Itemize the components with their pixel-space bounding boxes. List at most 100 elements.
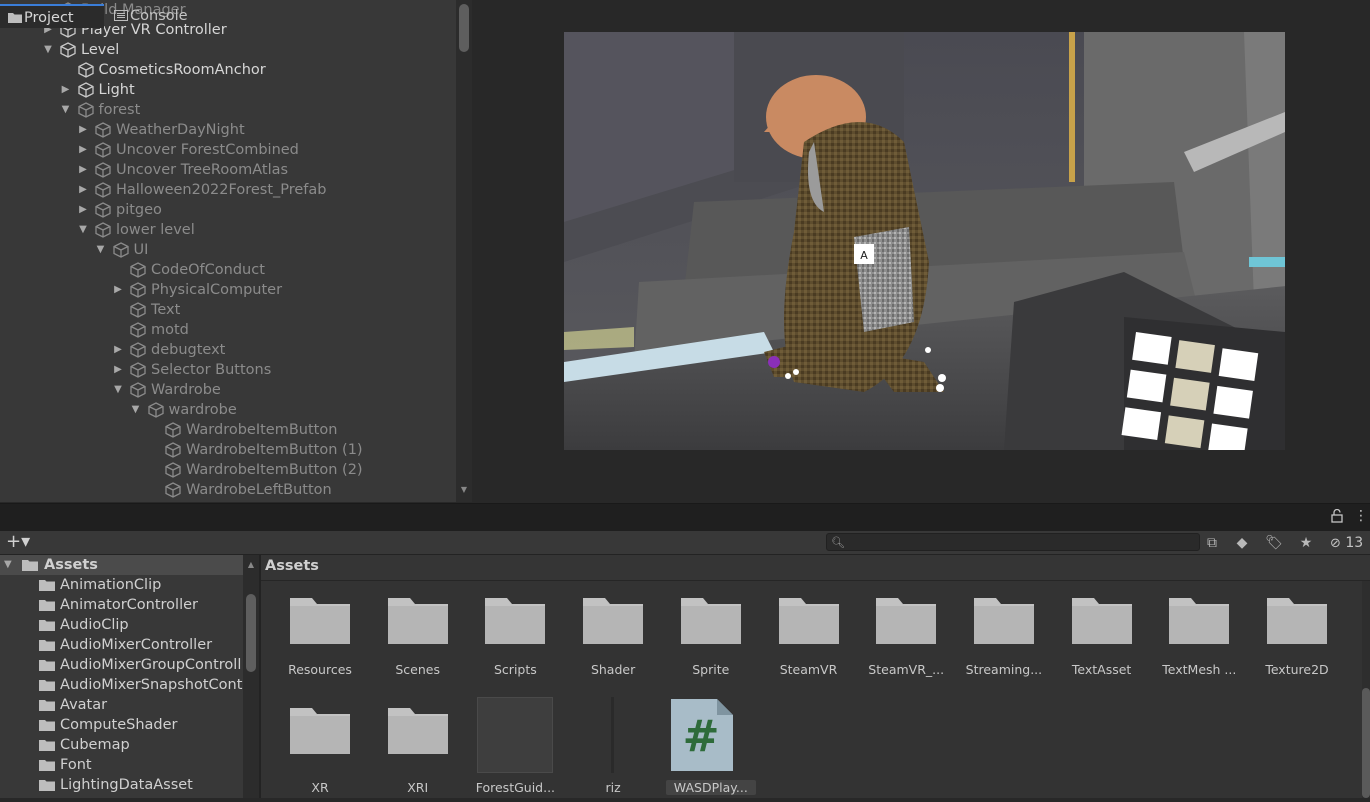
expand-arrow-down-icon[interactable]: ▼ (77, 220, 89, 240)
hierarchy-item[interactable]: ▼ forest (40, 100, 456, 120)
hierarchy-item[interactable]: ▼ UI (40, 240, 456, 260)
expand-arrow-down-icon[interactable]: ▼ (42, 40, 54, 60)
hierarchy-item[interactable]: ▶ Uncover ForestCombined (40, 140, 456, 160)
asset-tile[interactable]: Texture2D (1252, 592, 1342, 692)
more-options-icon[interactable]: ⋮ (1354, 509, 1368, 525)
tree-item[interactable]: Avatar (0, 695, 243, 715)
asset-tile[interactable]: TextMesh ... (1154, 592, 1244, 692)
breadcrumb[interactable]: Assets (265, 558, 319, 574)
tree-item[interactable]: AudioMixerSnapshotCont (0, 675, 243, 695)
asset-tile-label: WASDPlay... (665, 780, 756, 795)
expand-arrow-down-icon[interactable]: ▼ (95, 240, 107, 260)
tree-item[interactable]: LightingDataAsset (0, 775, 243, 795)
asset-tile[interactable]: SteamVR_... (861, 592, 951, 692)
asset-tile[interactable]: Sprite (666, 592, 756, 692)
hierarchy-item-label: Level (81, 42, 120, 58)
hierarchy-item[interactable]: CodeOfConduct (40, 260, 456, 280)
hierarchy-scrollbar[interactable] (456, 0, 472, 502)
hierarchy-scroll-thumb[interactable] (459, 4, 469, 52)
search-input[interactable] (847, 534, 1192, 550)
search-by-type-icon[interactable]: ⧉ (1200, 533, 1224, 553)
expand-arrow-right-icon[interactable]: ▶ (77, 140, 89, 160)
gameobject-cube-icon (130, 342, 146, 358)
tree-item-label: AudioClip (60, 617, 129, 633)
tree-item[interactable]: AudioMixerController (0, 635, 243, 655)
asset-tile[interactable]: XR (275, 702, 365, 802)
filter-by-label-icon[interactable]: 🏷︎ (1262, 533, 1286, 553)
asset-tile[interactable]: ForestGuid... (470, 697, 560, 802)
hierarchy-item[interactable]: CosmeticsRoomAnchor (40, 60, 456, 80)
expand-arrow-right-icon[interactable]: ▶ (112, 340, 124, 360)
asset-tile[interactable]: # WASDPlay... (665, 699, 756, 802)
assets-scroll-thumb[interactable] (1362, 688, 1370, 798)
hierarchy-item[interactable]: ▶ debugtext (40, 340, 456, 360)
favorites-star-icon[interactable]: ★ (1294, 533, 1318, 553)
hierarchy-item[interactable]: WardrobeItemButton (1) (40, 440, 456, 460)
hierarchy-item[interactable]: Text (40, 300, 456, 320)
expand-arrow-down-icon[interactable]: ▼ (4, 555, 12, 575)
asset-tile[interactable]: Resources (275, 592, 365, 692)
hierarchy-item[interactable]: ▼ Level (40, 40, 456, 60)
tree-item[interactable]: Font (0, 755, 243, 775)
hierarchy-item[interactable]: ▶ WeatherDayNight (40, 120, 456, 140)
hierarchy-item[interactable]: ▶ Uncover TreeRoomAtlas (40, 160, 456, 180)
hidden-packages-toggle[interactable]: ⊘ 13 (1330, 533, 1370, 553)
scroll-up-arrow-icon[interactable]: ▲ (245, 560, 257, 569)
tree-item-assets[interactable]: ▼ Assets (0, 555, 243, 575)
tree-item[interactable]: AnimatorController (0, 595, 243, 615)
lock-icon[interactable] (1330, 509, 1344, 523)
tree-item[interactable]: AnimationClip (0, 575, 243, 595)
filter-by-type-icon[interactable]: ◆ (1230, 533, 1254, 553)
hierarchy-item[interactable]: WardrobeLeftButton (40, 480, 456, 500)
gameobject-cube-icon (130, 282, 146, 298)
folder-icon (39, 620, 55, 631)
asset-tile[interactable]: Streaming... (959, 592, 1049, 692)
search-field[interactable]: 🔍︎ (826, 533, 1200, 551)
hierarchy-item[interactable]: ▼ wardrobe (40, 400, 456, 420)
hierarchy-item-label: Halloween2022Forest_Prefab (116, 182, 327, 198)
folder-tree-scrollbar[interactable] (243, 555, 259, 798)
add-asset-button[interactable]: +▾ (6, 533, 42, 553)
asset-tile[interactable]: XRI (373, 702, 463, 802)
asset-tile[interactable]: TextAsset (1057, 592, 1147, 692)
tree-item[interactable]: AudioMixerGroupControll (0, 655, 243, 675)
expand-arrow-right-icon[interactable]: ▶ (77, 200, 89, 220)
hierarchy-item[interactable]: ▶ Halloween2022Forest_Prefab (40, 180, 456, 200)
tree-item[interactable]: Cubemap (0, 735, 243, 755)
expand-arrow-down-icon[interactable]: ▼ (112, 380, 124, 400)
expand-arrow-right-icon[interactable]: ▶ (112, 360, 124, 380)
gameobject-cube-icon (130, 322, 146, 338)
expand-arrow-right-icon[interactable]: ▶ (112, 280, 124, 300)
tab-console[interactable]: Console (106, 4, 206, 28)
asset-tile[interactable]: SteamVR (764, 592, 854, 692)
hierarchy-item-label: CodeOfConduct (151, 262, 265, 278)
expand-arrow-down-icon[interactable]: ▼ (60, 100, 72, 120)
hierarchy-item[interactable]: ▼ lower level (40, 220, 456, 240)
hierarchy-item[interactable]: ▼ Wardrobe (40, 380, 456, 400)
hierarchy-item[interactable]: ▶ pitgeo (40, 200, 456, 220)
expand-arrow-right-icon[interactable]: ▶ (77, 180, 89, 200)
folder-icon (387, 598, 448, 644)
hierarchy-item[interactable]: ▶ PhysicalComputer (40, 280, 456, 300)
scene-viewport-image[interactable]: A (564, 32, 1285, 450)
expand-arrow-right-icon[interactable]: ▶ (77, 120, 89, 140)
tree-item[interactable]: AudioClip (0, 615, 243, 635)
tab-project[interactable]: Project (0, 4, 104, 28)
asset-tile[interactable]: Shader (568, 592, 658, 692)
asset-tile[interactable]: Scenes (373, 592, 463, 692)
hierarchy-item[interactable]: ▶ Light (40, 80, 456, 100)
hierarchy-item[interactable]: WardrobeItemButton (2) (40, 460, 456, 480)
expand-arrow-right-icon[interactable]: ▶ (60, 80, 72, 100)
hierarchy-item[interactable]: motd (40, 320, 456, 340)
expand-arrow-down-icon[interactable]: ▼ (130, 400, 142, 420)
asset-tile[interactable]: Scripts (470, 592, 560, 692)
tree-item[interactable]: ComputeShader (0, 715, 243, 735)
folder-icon (485, 598, 546, 644)
folder-icon (8, 13, 22, 23)
asset-tile[interactable]: riz (568, 697, 658, 802)
hierarchy-item[interactable]: WardrobeItemButton (40, 420, 456, 440)
scroll-down-arrow-icon[interactable]: ▼ (458, 485, 470, 497)
folder-tree-scroll-thumb[interactable] (246, 594, 256, 672)
expand-arrow-right-icon[interactable]: ▶ (77, 160, 89, 180)
hierarchy-item[interactable]: ▶ Selector Buttons (40, 360, 456, 380)
